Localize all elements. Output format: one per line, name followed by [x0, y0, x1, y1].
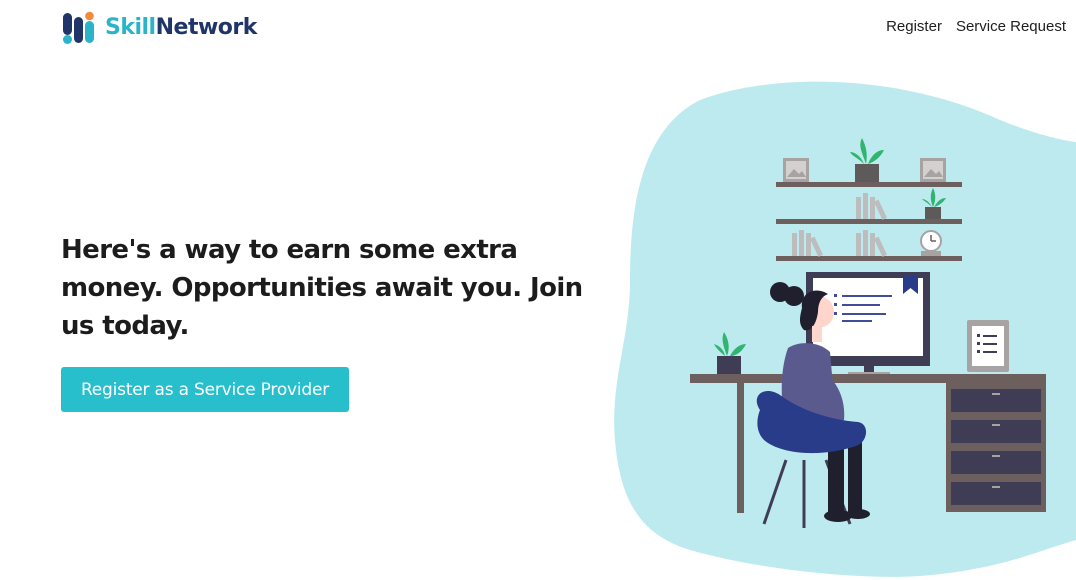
workspace-illustration: [614, 81, 1076, 577]
tablet-icon: [967, 320, 1009, 372]
brand-name: SkillNetwork: [105, 15, 257, 40]
brand-logo[interactable]: SkillNetwork: [62, 11, 257, 45]
nav-service-request-link[interactable]: Service Request: [956, 18, 1066, 35]
landing-page: SkillNetwork Register Service Request He…: [0, 0, 1076, 580]
nav-register-link[interactable]: Register: [886, 18, 942, 35]
register-service-provider-button[interactable]: Register as a Service Provider: [61, 367, 349, 412]
picture-frame-right-icon: [920, 158, 946, 182]
top-nav: Register Service Request: [886, 18, 1066, 35]
hero-heading: Here's a way to earn some extra money. O…: [61, 235, 583, 341]
clock-icon: [920, 230, 942, 256]
picture-frame-left-icon: [783, 158, 809, 182]
brand-logo-icon: [63, 11, 94, 44]
